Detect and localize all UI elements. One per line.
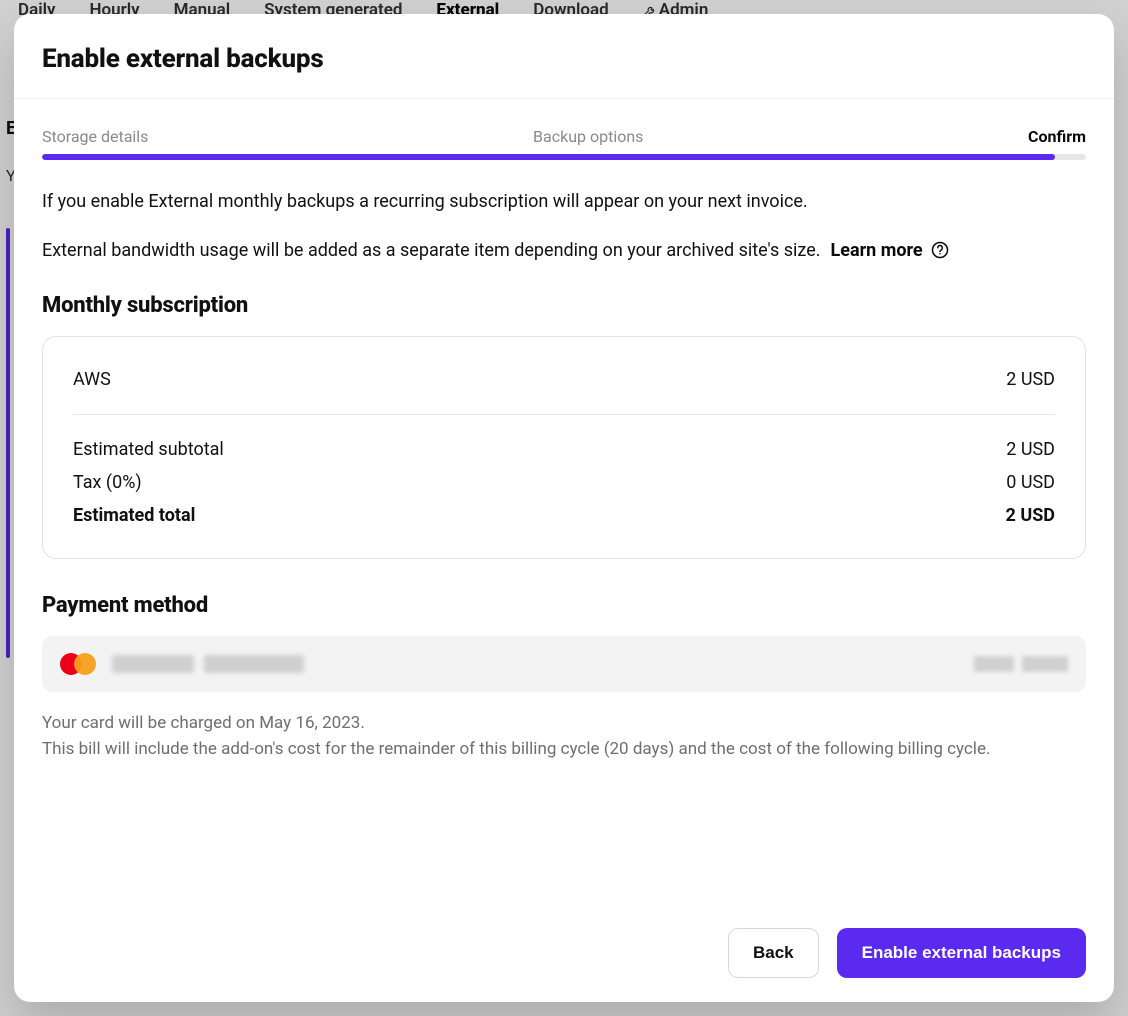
subscription-description: If you enable External monthly backups a… bbox=[42, 188, 1086, 216]
learn-more-link[interactable]: Learn more bbox=[831, 240, 949, 261]
price-value-subtotal: 2 USD bbox=[1006, 439, 1055, 460]
enable-external-backups-modal: Enable external backups Storage details … bbox=[14, 14, 1114, 1002]
charge-note-line2: This bill will include the add-on's cost… bbox=[42, 739, 990, 759]
price-row-tax: Tax (0%) 0 USD bbox=[73, 466, 1055, 499]
price-value-total: 2 USD bbox=[1006, 505, 1055, 526]
card-expiry-redacted bbox=[974, 656, 1068, 672]
charge-note-line1: Your card will be charged on May 16, 202… bbox=[42, 713, 365, 733]
price-row-provider: AWS 2 USD bbox=[73, 363, 1055, 396]
price-label-provider: AWS bbox=[73, 369, 111, 390]
mastercard-icon bbox=[60, 652, 96, 676]
price-label-total: Estimated total bbox=[73, 505, 195, 526]
price-label-subtotal: Estimated subtotal bbox=[73, 439, 224, 460]
back-button[interactable]: Back bbox=[728, 928, 819, 978]
step-storage-details: Storage details bbox=[42, 127, 148, 146]
price-divider bbox=[73, 414, 1055, 415]
payment-method-card bbox=[42, 636, 1086, 692]
step-confirm: Confirm bbox=[1028, 127, 1086, 146]
redacted-segment bbox=[974, 656, 1014, 672]
step-backup-options: Backup options bbox=[533, 127, 643, 146]
close-icon bbox=[1062, 50, 1080, 68]
progress-bar bbox=[42, 154, 1055, 160]
card-details-redacted bbox=[112, 655, 958, 673]
redacted-segment bbox=[1022, 656, 1068, 672]
price-value-tax: 0 USD bbox=[1006, 472, 1055, 493]
progress-track bbox=[42, 154, 1086, 160]
close-button[interactable] bbox=[1056, 44, 1086, 74]
payment-method-heading: Payment method bbox=[42, 593, 1086, 618]
enable-external-backups-button[interactable]: Enable external backups bbox=[837, 928, 1086, 978]
bandwidth-note: External bandwidth usage will be added a… bbox=[42, 240, 821, 261]
monthly-subscription-heading: Monthly subscription bbox=[42, 293, 1086, 318]
charge-note: Your card will be charged on May 16, 202… bbox=[42, 710, 1086, 763]
help-circle-icon bbox=[931, 241, 949, 259]
redacted-segment bbox=[204, 655, 304, 673]
learn-more-label: Learn more bbox=[831, 240, 923, 261]
price-row-subtotal: Estimated subtotal 2 USD bbox=[73, 433, 1055, 466]
modal-title: Enable external backups bbox=[42, 44, 323, 74]
pricing-card: AWS 2 USD Estimated subtotal 2 USD Tax (… bbox=[42, 336, 1086, 559]
price-row-total: Estimated total 2 USD bbox=[73, 499, 1055, 532]
modal-footer: Back Enable external backups bbox=[14, 908, 1114, 1002]
stepper: Storage details Backup options Confirm bbox=[42, 127, 1086, 146]
price-value-provider: 2 USD bbox=[1006, 369, 1055, 390]
bandwidth-note-row: External bandwidth usage will be added a… bbox=[42, 240, 1086, 261]
redacted-segment bbox=[112, 655, 194, 673]
price-label-tax: Tax (0%) bbox=[73, 472, 142, 493]
modal-body: Storage details Backup options Confirm I… bbox=[14, 99, 1114, 908]
modal-header: Enable external backups bbox=[14, 14, 1114, 99]
